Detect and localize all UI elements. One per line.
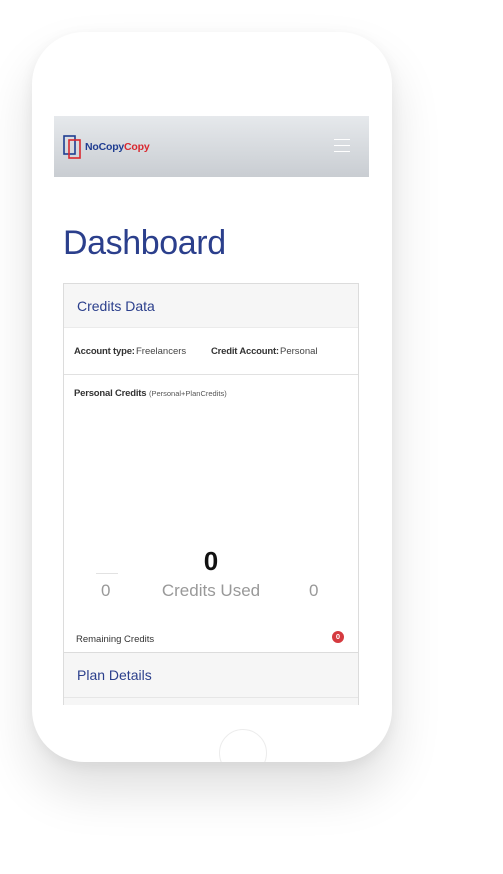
account-type-label: Account type: [74,346,135,357]
navbar: NoCopyCopy [54,116,369,177]
plan-card-divider [64,697,358,698]
plan-details-title: Plan Details [77,667,152,683]
account-type-value: Freelancers [136,346,187,357]
remaining-credits-label: Remaining Credits [76,634,155,645]
credits-card-title: Credits Data [77,298,155,314]
gauge-right-value: 0 [309,581,319,600]
app-screen: NoCopyCopy Dashboard Credits Data Accoun… [54,116,369,705]
credits-card-header: Credits Data [64,284,358,328]
logo-icon [63,135,81,159]
brand-name-part2: Copy [124,141,150,153]
brand-name: NoCopyCopy [85,141,150,153]
gauge-left-line [96,573,118,574]
credit-account-label: Credit Account: [211,346,279,357]
remaining-credits-badge: 0 [332,631,344,643]
personal-credits-row: Personal Credits (Personal+PlanCredits) [74,388,227,399]
home-button[interactable] [219,729,267,762]
hamburger-menu-icon[interactable] [334,139,350,153]
brand-logo[interactable]: NoCopyCopy [63,135,183,159]
credit-account-value: Personal [280,346,318,357]
credits-data-card: Credits Data Account type: Freelancers C… [63,283,359,653]
account-info-row: Account type: Freelancers Credit Account… [64,328,358,375]
brand-name-part1: NoCopy [85,141,125,153]
personal-credits-sub: (Personal+PlanCredits) [148,389,227,398]
personal-credits-label: Personal Credits [74,388,147,399]
page-title: Dashboard [63,224,226,262]
plan-details-card[interactable]: Plan Details [63,652,359,705]
